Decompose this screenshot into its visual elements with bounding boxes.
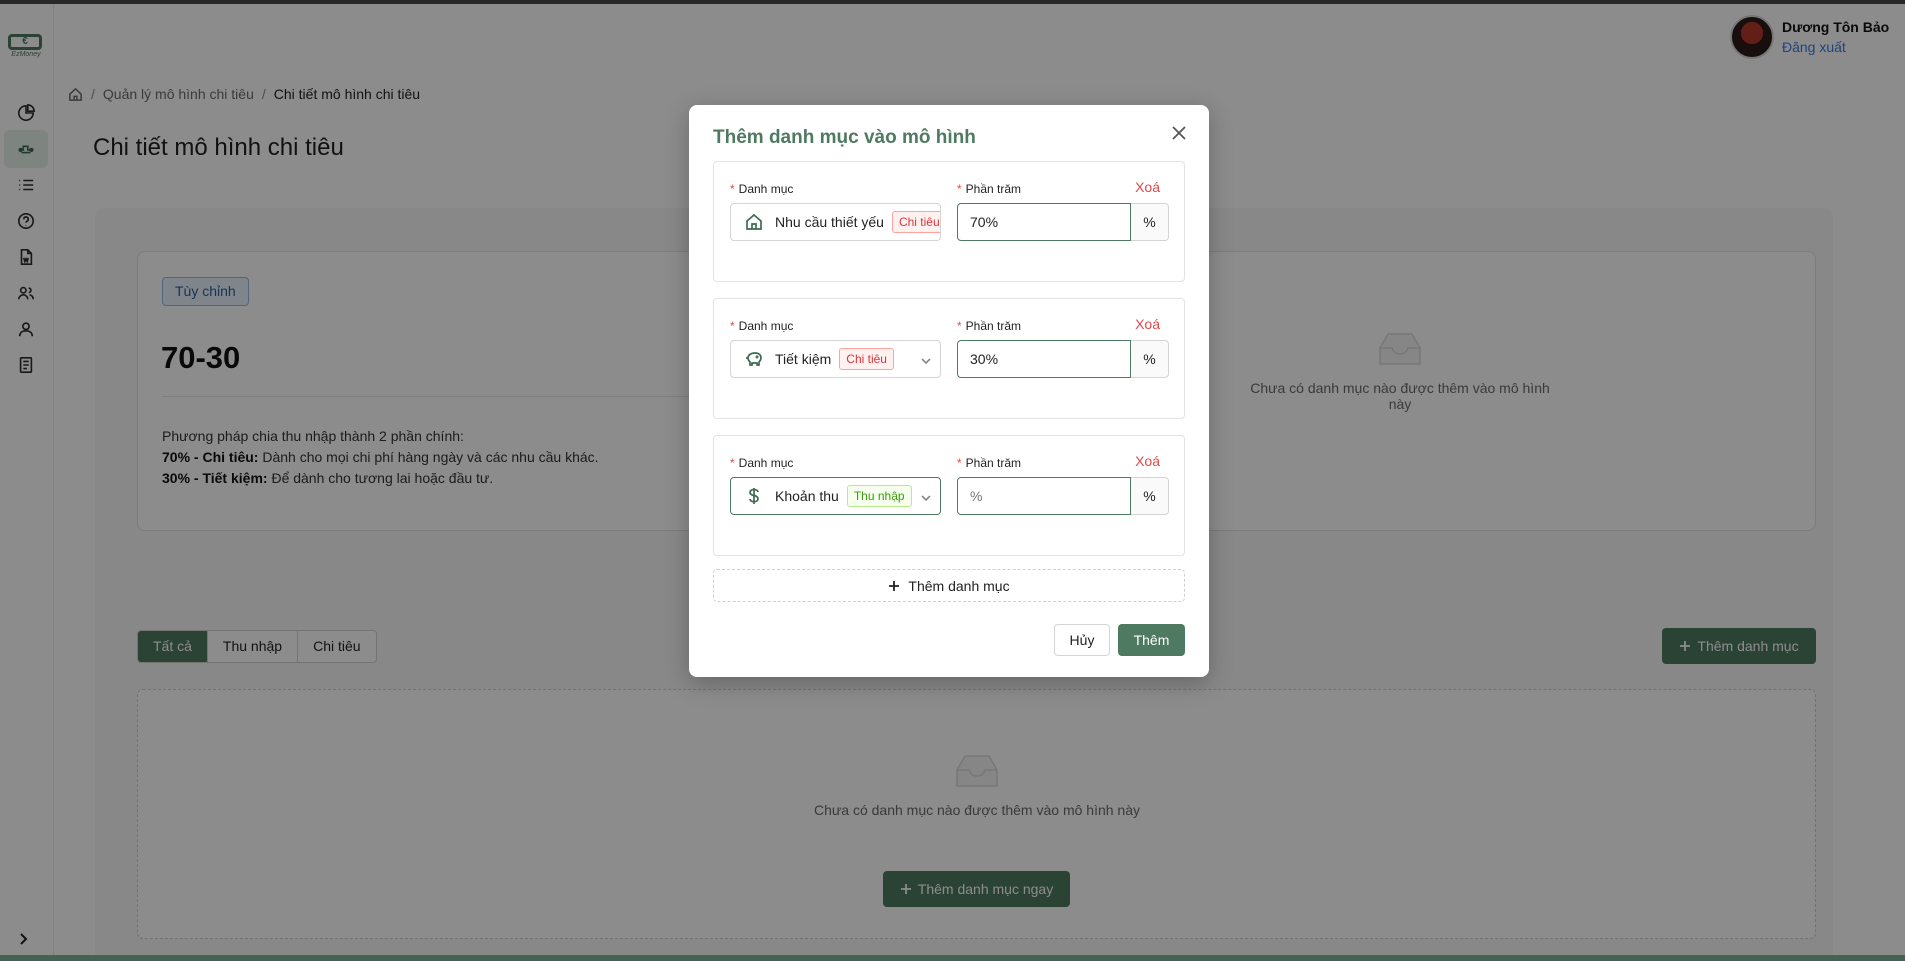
percent-suffix: %	[1131, 340, 1169, 378]
category-row: * Danh mục * Phần trăm Xoá Nhu cầu thiết y…	[713, 161, 1185, 282]
cancel-button[interactable]: Hủy	[1054, 624, 1110, 656]
category-name: Nhu cầu thiết yếu	[775, 214, 884, 230]
category-select[interactable]: Tiết kiệm Chi tiêu	[730, 340, 941, 378]
category-type-tag: Chi tiêu	[891, 211, 940, 233]
category-label: Danh mục	[738, 182, 794, 196]
category-select[interactable]: Khoản thu Thu nhập	[730, 477, 941, 515]
chevron-down-icon	[920, 491, 932, 503]
percent-input[interactable]	[957, 203, 1131, 241]
percent-input[interactable]	[957, 340, 1131, 378]
category-name: Tiết kiệm	[775, 351, 832, 367]
percent-suffix: %	[1131, 477, 1169, 515]
modal-title: Thêm danh mục vào mô hình	[713, 127, 976, 148]
delete-row-link[interactable]: Xoá	[1135, 453, 1160, 469]
category-type-tag: Chi tiêu	[839, 348, 894, 370]
category-row: * Danh mục * Phần trăm Xoá Tiết kiệm Chi t…	[713, 298, 1185, 419]
chevron-down-icon	[920, 354, 932, 366]
plus-icon	[889, 580, 900, 591]
category-type-tag: Thu nhập	[846, 485, 912, 507]
close-button[interactable]	[1169, 123, 1189, 143]
category-row: * Danh mục * Phần trăm Xoá Khoản thu Thu n…	[713, 435, 1185, 556]
category-select[interactable]: Nhu cầu thiết yếu Chi tiêu	[730, 203, 941, 241]
dollar-icon	[743, 485, 765, 507]
piggy-bank-icon	[743, 348, 765, 370]
category-label: Danh mục	[738, 456, 794, 470]
percent-suffix: %	[1131, 203, 1169, 241]
home-icon	[743, 211, 765, 233]
percent-field: %	[957, 203, 1169, 241]
percent-field: %	[957, 340, 1169, 378]
percent-label: Phần trăm	[965, 456, 1022, 470]
percent-field: %	[957, 477, 1169, 515]
add-row-button[interactable]: Thêm danh mục	[713, 569, 1185, 602]
delete-row-link[interactable]: Xoá	[1135, 179, 1160, 195]
percent-input[interactable]	[957, 477, 1131, 515]
add-category-modal: Thêm danh mục vào mô hình * Danh mục * Phầ…	[689, 105, 1209, 677]
category-name: Khoản thu	[775, 488, 839, 504]
submit-button[interactable]: Thêm	[1118, 624, 1185, 656]
category-label: Danh mục	[738, 319, 794, 333]
percent-label: Phần trăm	[965, 319, 1022, 333]
close-icon	[1172, 126, 1186, 140]
add-row-label: Thêm danh mục	[908, 577, 1010, 594]
delete-row-link[interactable]: Xoá	[1135, 316, 1160, 332]
percent-label: Phần trăm	[965, 182, 1022, 196]
